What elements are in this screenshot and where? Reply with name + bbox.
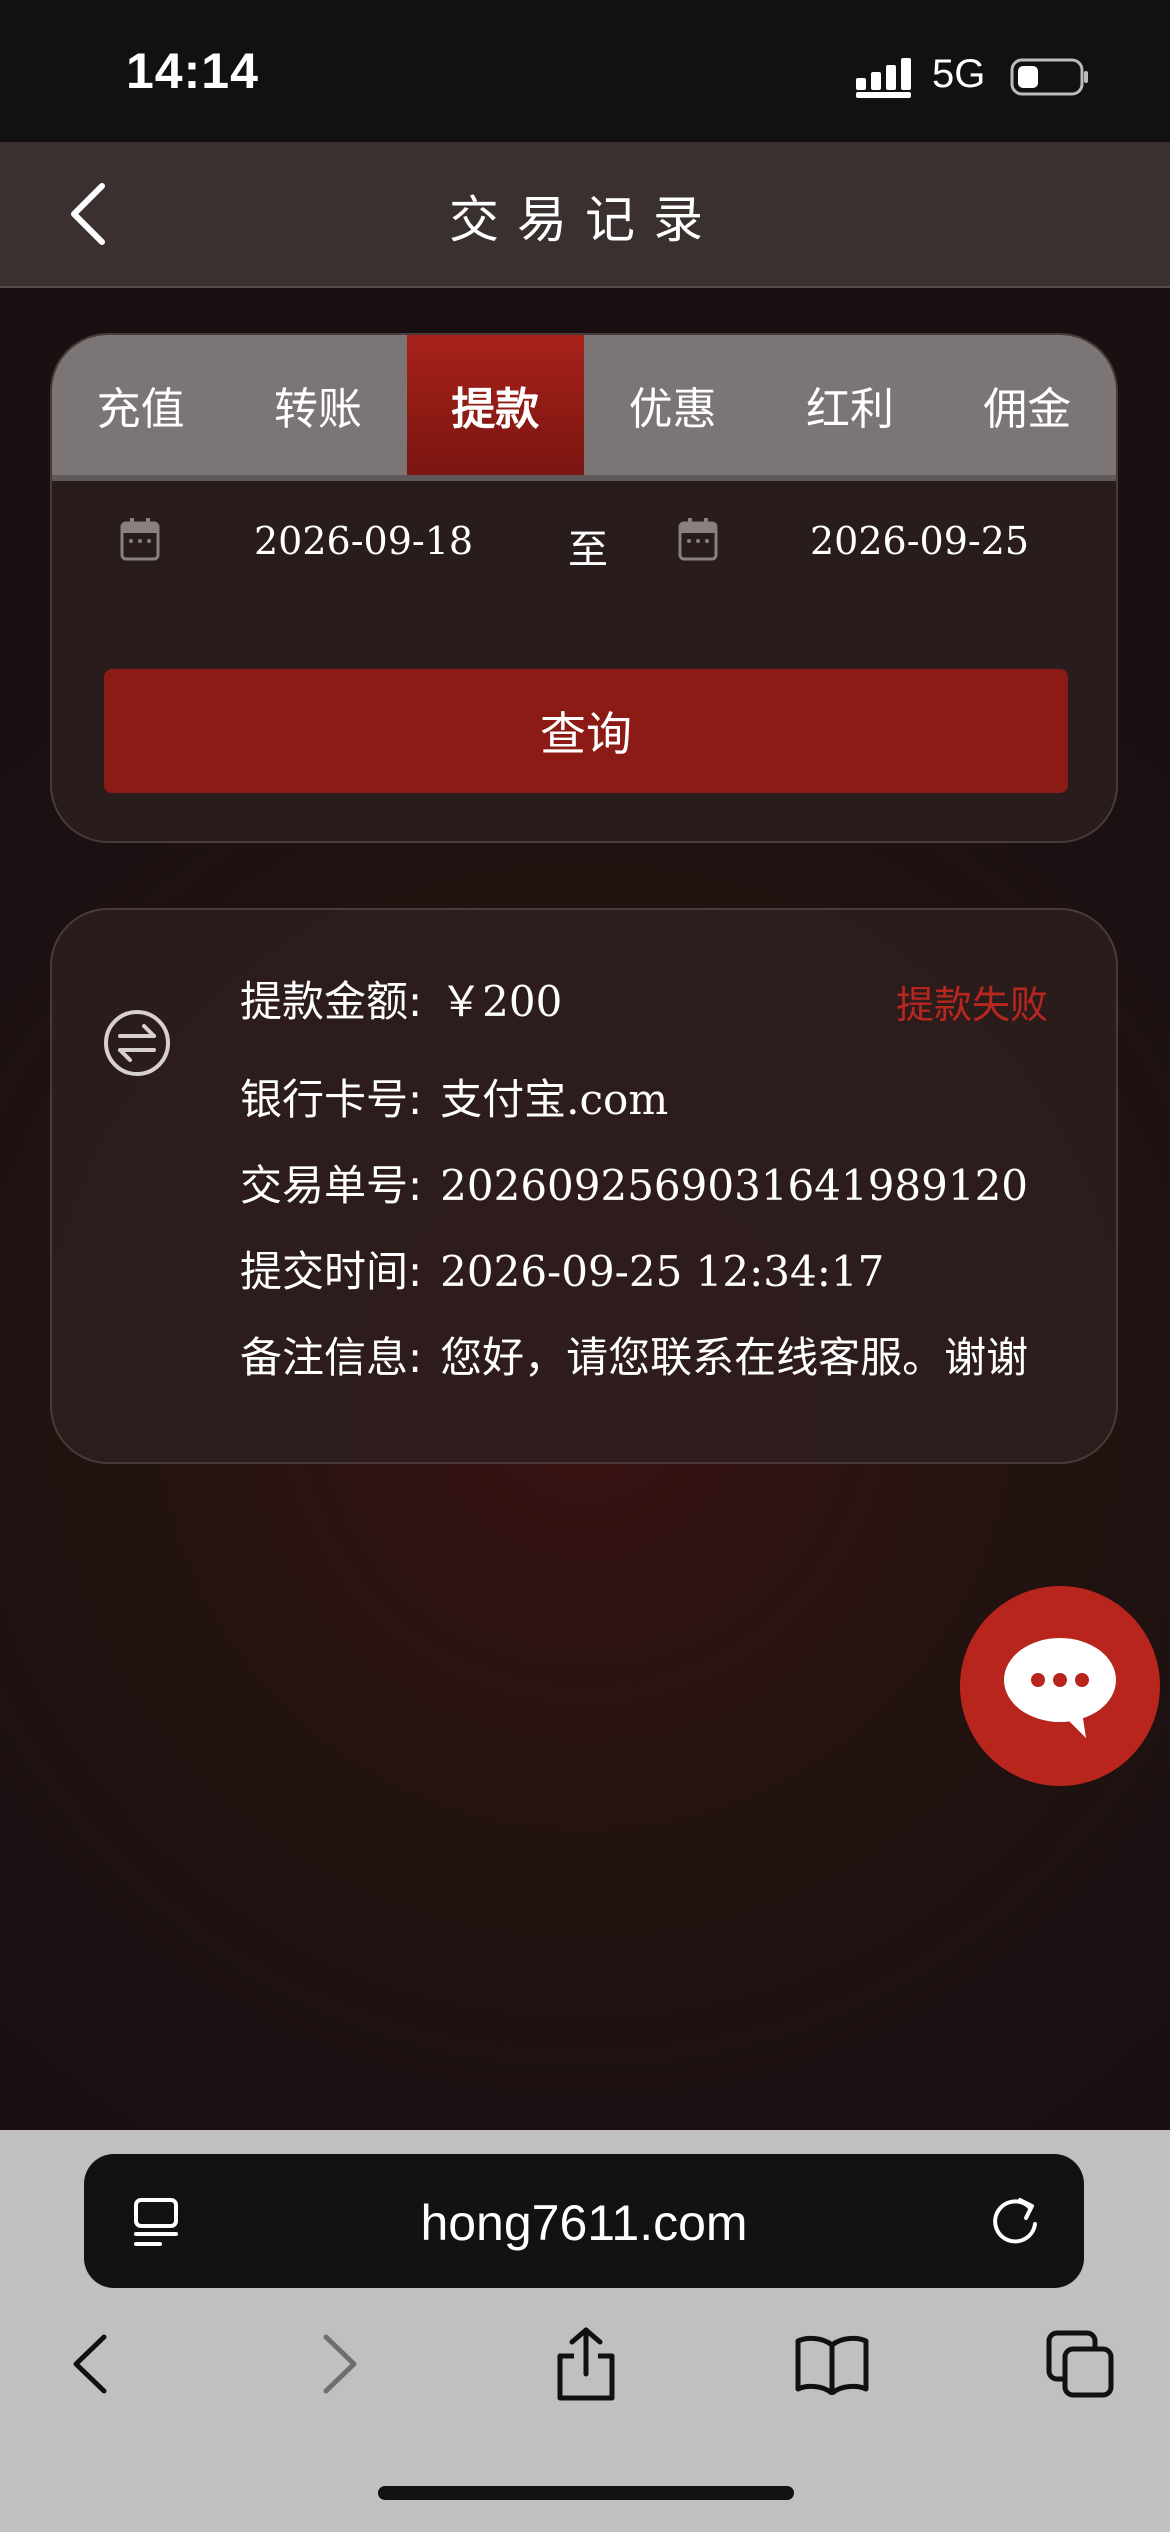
share-icon bbox=[557, 2327, 615, 2401]
calendar-icon[interactable] bbox=[120, 517, 160, 561]
record-label: 提交时间: bbox=[240, 1247, 423, 1296]
tab-bonus[interactable]: 红利 bbox=[761, 335, 938, 475]
record-label: 银行卡号: bbox=[240, 1075, 423, 1124]
book-icon bbox=[795, 2335, 869, 2395]
chat-bubble-icon bbox=[1004, 1638, 1116, 1738]
status-time: 14:14 bbox=[126, 43, 259, 99]
record-label: 备注信息: bbox=[240, 1333, 423, 1382]
page-title: 交易记录 bbox=[449, 191, 721, 249]
record-value: 2026-09-25 12:34:17 bbox=[440, 1247, 885, 1296]
record-value: 2026092569031641989120 bbox=[440, 1161, 1029, 1210]
reload-icon[interactable] bbox=[986, 2192, 1044, 2250]
app-header: 交易记录 bbox=[0, 142, 1170, 288]
tab-withdraw[interactable]: 提款 bbox=[406, 335, 584, 475]
record-row-order-no: 交易单号: 2026092569031641989120 bbox=[240, 1152, 1028, 1213]
chevron-right-icon bbox=[323, 2334, 357, 2394]
to-label: 至 bbox=[568, 527, 608, 573]
date-range-row: 2026-09-18 至 2026-09-25 bbox=[52, 481, 1116, 597]
home-indicator bbox=[378, 2486, 794, 2500]
share-button[interactable] bbox=[546, 2324, 626, 2404]
app-screen: 14:14 5G 交易记录 充值 转账 提款 优惠 红利 佣金 2026-09-… bbox=[0, 0, 1170, 2532]
record-value: 支付宝.com bbox=[440, 1075, 669, 1124]
bookmarks-button[interactable] bbox=[792, 2324, 872, 2404]
tabs-icon bbox=[1046, 2330, 1114, 2398]
filter-card: 充值 转账 提款 优惠 红利 佣金 2026-09-18 至 2026-09-2… bbox=[50, 333, 1118, 843]
tab-bar: 充值 转账 提款 优惠 红利 佣金 bbox=[52, 335, 1116, 481]
url-text: hong7611.com bbox=[420, 2195, 748, 2251]
network-label: 5G bbox=[932, 52, 986, 96]
tab-recharge[interactable]: 充值 bbox=[52, 335, 229, 475]
record-row-remark: 备注信息: 您好，请您联系在线客服。谢谢 bbox=[240, 1324, 1028, 1385]
browser-toolbar: hong7611.com bbox=[0, 2130, 1170, 2532]
query-button[interactable]: 查询 bbox=[104, 669, 1068, 793]
record-value: ￥200 bbox=[440, 977, 563, 1026]
record-value: 您好，请您联系在线客服。谢谢 bbox=[440, 1333, 1029, 1382]
record-row-account: 银行卡号: 支付宝.com bbox=[240, 1066, 668, 1127]
tab-transfer[interactable]: 转账 bbox=[229, 335, 406, 475]
record-row-submit-time: 提交时间: 2026-09-25 12:34:17 bbox=[240, 1238, 884, 1299]
record-row-amount: 提款金额: ￥200 bbox=[240, 968, 562, 1029]
tab-promotion[interactable]: 优惠 bbox=[584, 335, 761, 475]
browser-back-button[interactable] bbox=[50, 2324, 130, 2404]
browser-forward-button[interactable] bbox=[300, 2324, 380, 2404]
calendar-icon[interactable] bbox=[678, 517, 718, 561]
status-badge: 提款失败 bbox=[895, 983, 1048, 1027]
signal-icon bbox=[856, 58, 911, 98]
swap-icon bbox=[104, 1010, 170, 1076]
status-bar: 14:14 5G bbox=[0, 0, 1170, 142]
transaction-record-card: 提款失败 提款金额: ￥200 银行卡号: 支付宝.com 交易单号: 2026092… bbox=[50, 908, 1118, 1464]
chat-support-button[interactable] bbox=[960, 1586, 1160, 1786]
address-bar[interactable]: hong7611.com bbox=[84, 2154, 1084, 2288]
record-label: 提款金额: bbox=[240, 977, 423, 1026]
record-label: 交易单号: bbox=[240, 1161, 423, 1210]
battery-icon bbox=[1010, 58, 1088, 96]
chevron-left-icon bbox=[73, 2334, 107, 2394]
start-date-field[interactable]: 2026-09-18 bbox=[254, 519, 473, 563]
end-date-field[interactable]: 2026-09-25 bbox=[810, 519, 1029, 563]
tabs-button[interactable] bbox=[1040, 2324, 1120, 2404]
tab-commission[interactable]: 佣金 bbox=[939, 335, 1116, 475]
